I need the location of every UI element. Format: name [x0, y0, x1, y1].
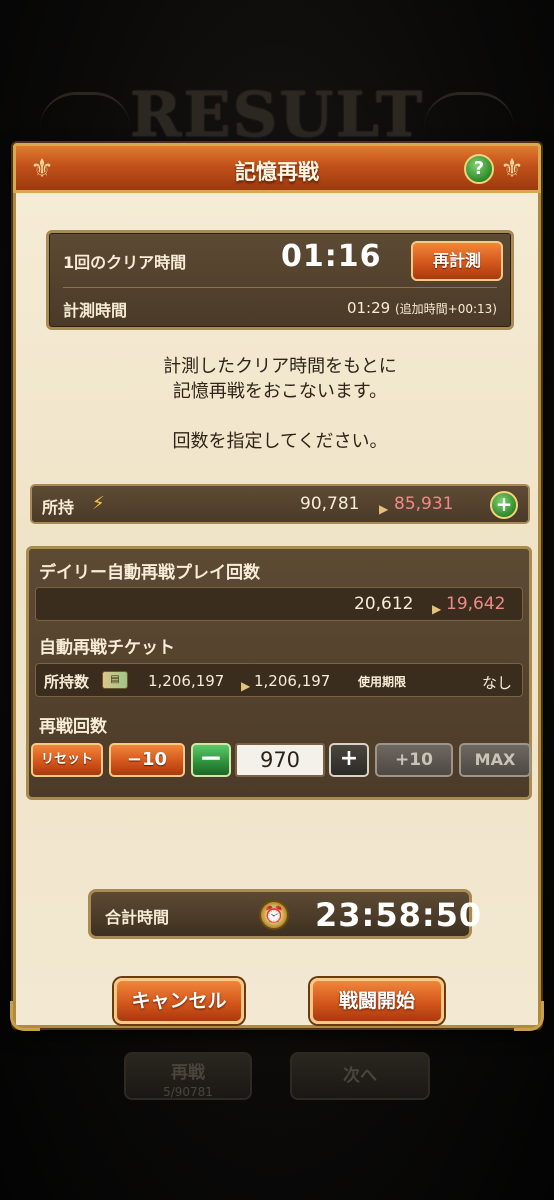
measure-time: 01:29: [346, 299, 391, 317]
extra-time: (追加時間+00:13): [394, 302, 497, 316]
arrow-right-icon: ▶: [241, 679, 251, 693]
owned-stamina-bar: 所持 ⚡ 90,781 ▶ 85,931 +: [30, 484, 530, 524]
daily-after-value: 19,642: [446, 594, 506, 614]
instruction-text: 回数を指定してください。: [172, 431, 388, 452]
rebattle-count-label: 再戦回数: [39, 717, 107, 737]
bolt-icon: ⚡: [92, 493, 105, 514]
owned-label: 所持: [42, 498, 75, 517]
fleur-ornament-icon: ⚜: [500, 154, 524, 184]
description-line-1: 計測したクリア時間をもとに: [163, 356, 397, 377]
arrow-right-icon: ▶: [379, 502, 389, 516]
auto-ticket-box: 所持数 ▤ 1,206,197 ▶ 1,206,197 使用期限 なし: [35, 663, 523, 697]
description-line-2: 記憶再戦をおこないます。: [172, 381, 388, 402]
total-time-value: 23:58:50: [315, 896, 483, 934]
ticket-after-value: 1,206,197: [254, 672, 331, 690]
alarm-clock-icon: ⏰: [259, 900, 289, 930]
result-title: RESULT: [129, 78, 425, 151]
start-battle-button[interactable]: 戦闘開始: [310, 978, 444, 1024]
help-button[interactable]: ?: [464, 154, 494, 184]
arrow-right-icon: ▶: [432, 602, 442, 616]
description-text: 計測したクリア時間をもとに 記憶再戦をおこないます。: [16, 354, 544, 404]
total-time-label: 合計時間: [105, 908, 170, 927]
plus-button[interactable]: +: [329, 743, 369, 777]
cancel-button[interactable]: キャンセル: [114, 978, 244, 1024]
reset-button[interactable]: リセット: [31, 743, 103, 777]
minus-10-button[interactable]: −10: [109, 743, 185, 777]
minus-button[interactable]: −: [191, 743, 231, 777]
rebattle-count-field[interactable]: 970: [235, 743, 325, 777]
clear-time-value: 01:16: [281, 239, 382, 274]
measure-time-label: 計測時間: [63, 301, 128, 320]
background-retry-count: 5/90781: [163, 1085, 213, 1099]
daily-auto-play-box: 20,612 ▶ 19,642: [35, 587, 523, 621]
measure-time-value: 01:29 (追加時間+00:13): [347, 299, 497, 317]
max-button[interactable]: MAX: [459, 743, 531, 777]
remeasure-button[interactable]: 再計測: [411, 241, 503, 281]
dialog-title: 記憶再戦: [235, 160, 319, 184]
daily-auto-play-label: デイリー自動再戦プレイ回数: [39, 563, 260, 583]
ticket-current-value: 1,206,197: [148, 672, 225, 690]
dialog-header: ⚜ 記憶再戦 ? ⚜: [13, 143, 541, 193]
background-retry-label: 再戦: [171, 1063, 205, 1083]
divider: [63, 287, 497, 288]
background-next-button: 次へ: [290, 1052, 430, 1100]
plus-10-button[interactable]: +10: [375, 743, 453, 777]
clear-time-panel: 1回のクリア時間 01:16 再計測 計測時間 01:29 (追加時間+00:1…: [46, 230, 514, 330]
background-retry-button: 再戦 5/90781: [124, 1052, 252, 1100]
ticket-owned-label: 所持数: [44, 673, 90, 691]
memory-rebattle-dialog: ⚜ 記憶再戦 ? ⚜ 1回のクリア時間 01:16 再計測 計測時間 01:29…: [10, 143, 544, 1031]
total-time-bar: 合計時間 ⏰ 23:58:50: [88, 889, 481, 939]
ticket-expiry-label: 使用期限: [358, 675, 407, 689]
daily-current-value: 20,612: [354, 594, 414, 614]
ticket-icon: ▤: [102, 671, 128, 689]
rebattle-settings-panel: デイリー自動再戦プレイ回数 20,612 ▶ 19,642 自動再戦チケット 所…: [26, 546, 532, 800]
ticket-expiry-value: なし: [481, 674, 512, 692]
corner-ornament-bottom-left: [10, 1001, 40, 1031]
add-stamina-button[interactable]: +: [490, 491, 518, 519]
corner-ornament-bottom-right: [514, 1001, 544, 1031]
owned-current-value: 90,781: [300, 494, 360, 514]
auto-ticket-label: 自動再戦チケット: [39, 638, 175, 658]
owned-after-value: 85,931: [394, 494, 454, 514]
clear-time-label: 1回のクリア時間: [63, 253, 187, 272]
